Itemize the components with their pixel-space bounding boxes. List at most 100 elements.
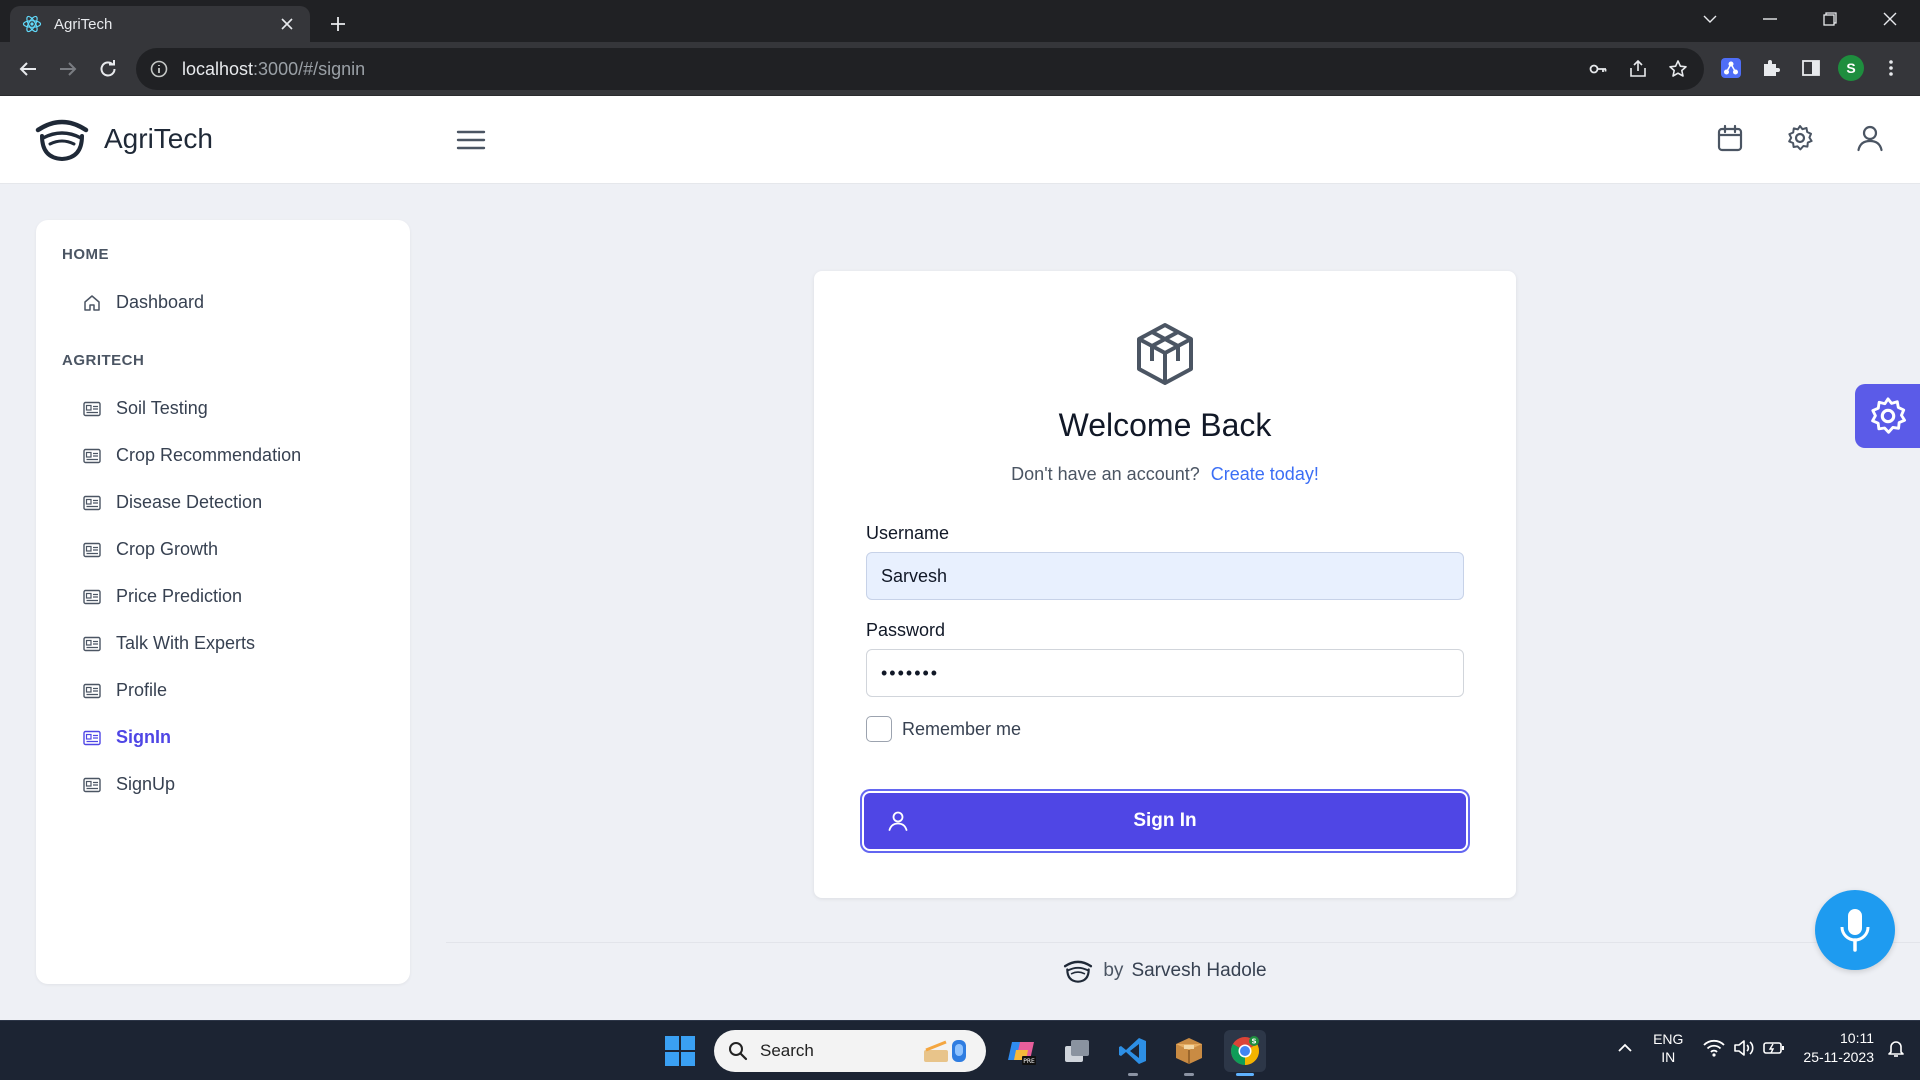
brand-logo[interactable]: AgriTech — [34, 116, 213, 162]
sidebar-item-disease-detection[interactable]: Disease Detection — [62, 479, 384, 526]
sidebar-item-crop-recommendation[interactable]: Crop Recommendation — [62, 432, 384, 479]
new-tab-icon[interactable] — [324, 10, 352, 38]
back-icon[interactable] — [14, 55, 42, 83]
remember-me-label: Remember me — [902, 718, 1022, 739]
taskbar-search[interactable]: Search — [714, 1030, 986, 1072]
username-input[interactable] — [866, 552, 1464, 600]
os-taskbar: Search PRE S ENG IN 10:11 25-11-2023 — [0, 1020, 1920, 1080]
sign-in-button[interactable]: Sign In — [864, 793, 1466, 849]
forward-icon[interactable] — [54, 55, 82, 83]
settings-gear-icon[interactable] — [1784, 122, 1816, 154]
footer: by Sarvesh Hadole — [0, 958, 1920, 984]
bookmark-star-icon[interactable] — [1666, 57, 1690, 81]
package-icon — [1174, 1036, 1204, 1066]
sidebar-item-profile[interactable]: Profile — [62, 667, 384, 714]
vscode-icon — [1118, 1036, 1148, 1066]
create-account-link[interactable]: Create today! — [1211, 464, 1319, 484]
id-card-icon — [82, 728, 102, 748]
calendar-icon[interactable] — [1714, 122, 1746, 154]
tab-search-icon[interactable] — [1680, 0, 1740, 38]
extensions-puzzle-icon[interactable] — [1758, 55, 1784, 81]
more-menu-icon[interactable] — [1878, 55, 1904, 81]
tab-title: AgriTech — [54, 15, 113, 33]
sidebar-item-signin[interactable]: SignIn — [62, 714, 384, 761]
sidebar-section-home: HOME — [62, 246, 109, 263]
running-indicator — [1128, 1073, 1138, 1076]
sidebar-item-soil-testing[interactable]: Soil Testing — [62, 385, 384, 432]
remember-me-checkbox[interactable] — [866, 716, 892, 742]
footer-author: Sarvesh Hadole — [1131, 960, 1267, 981]
home-icon — [82, 293, 102, 313]
wifi-icon[interactable] — [1703, 1037, 1726, 1059]
welcome-title: Welcome Back — [1058, 407, 1272, 443]
minimize-icon[interactable] — [1740, 0, 1800, 38]
cube-logo-icon — [1132, 321, 1198, 387]
browser-tab[interactable]: AgriTech — [10, 6, 310, 42]
sidebar-item-label: Profile — [116, 680, 168, 700]
notification-bell-icon[interactable] — [1886, 1038, 1906, 1058]
close-window-icon[interactable] — [1860, 0, 1920, 38]
url-text: localhost:3000/#/signin — [182, 58, 366, 79]
footer-by: by — [1103, 960, 1124, 981]
taskbar-task-view[interactable] — [1056, 1030, 1098, 1072]
id-card-icon — [82, 775, 102, 795]
settings-gear-icon — [1868, 396, 1908, 436]
volume-icon[interactable] — [1733, 1037, 1755, 1059]
taskbar-chrome[interactable]: S — [1224, 1030, 1266, 1076]
extension-app-icon[interactable] — [1718, 55, 1744, 81]
sidebar-item-dashboard[interactable]: Dashboard — [62, 279, 384, 326]
hamburger-menu-icon[interactable] — [456, 126, 486, 154]
sign-in-label: Sign In — [1133, 810, 1197, 831]
footer-logo-icon — [1063, 958, 1093, 984]
sidebar-item-signup[interactable]: SignUp — [62, 761, 384, 808]
theme-settings-button[interactable] — [1855, 384, 1920, 448]
system-tray: ENG IN 10:11 25-11-2023 — [1615, 1029, 1906, 1067]
id-card-icon — [82, 587, 102, 607]
chevron-up-icon[interactable] — [1615, 1038, 1635, 1058]
sidebar-section-agritech: AGRITECH — [62, 352, 145, 369]
search-icon — [728, 1041, 748, 1061]
battery-icon[interactable] — [1763, 1037, 1785, 1059]
share-icon[interactable] — [1626, 57, 1650, 81]
voice-assistant-button[interactable] — [1815, 890, 1895, 970]
address-bar[interactable]: localhost:3000/#/signin — [136, 48, 1704, 90]
remember-me[interactable]: Remember me — [866, 716, 1021, 742]
restore-icon[interactable] — [1800, 0, 1860, 38]
user-account-icon[interactable] — [1854, 122, 1886, 154]
clock-time: 10:11 — [1840, 1030, 1874, 1046]
copilot-icon: PRE — [1006, 1036, 1036, 1066]
running-indicator — [1184, 1073, 1194, 1076]
password-input[interactable] — [866, 649, 1464, 697]
profile-avatar[interactable]: S — [1838, 55, 1864, 81]
app-header: AgriTech — [0, 96, 1920, 184]
id-card-icon — [82, 634, 102, 654]
browser-tab-bar: AgriTech — [0, 0, 1920, 42]
input-language[interactable]: ENG IN — [1653, 1030, 1683, 1066]
sidebar-item-price-prediction[interactable]: Price Prediction — [62, 573, 384, 620]
sidebar-item-label: Crop Growth — [116, 539, 219, 559]
taskbar-vscode[interactable] — [1112, 1030, 1154, 1076]
windows-start-icon[interactable] — [664, 1035, 696, 1067]
sidebar-item-label: SignIn — [116, 727, 171, 747]
taskbar-clock[interactable]: 10:11 25-11-2023 — [1803, 1029, 1874, 1067]
reload-icon[interactable] — [94, 55, 122, 83]
sidebar-item-crop-growth[interactable]: Crop Growth — [62, 526, 384, 573]
chrome-icon: S — [1229, 1035, 1261, 1067]
id-card-icon — [82, 493, 102, 513]
window-controls — [1680, 0, 1920, 42]
taskbar-copilot[interactable]: PRE — [1000, 1030, 1042, 1072]
close-icon[interactable] — [276, 13, 298, 35]
sidebar-item-label: SignUp — [116, 774, 176, 794]
key-icon[interactable] — [1586, 57, 1610, 81]
sidebar-item-label: Disease Detection — [116, 492, 263, 512]
id-card-icon — [82, 540, 102, 560]
password-label: Password — [866, 620, 946, 640]
sidebar-item-label: Crop Recommendation — [116, 445, 302, 465]
info-icon[interactable] — [150, 60, 168, 78]
sidebar-item-label: Price Prediction — [116, 586, 243, 606]
taskbar-package-app[interactable] — [1168, 1030, 1210, 1076]
browser-toolbar: localhost:3000/#/signin S — [0, 42, 1920, 96]
sidebar-item-talk-with-experts[interactable]: Talk With Experts — [62, 620, 384, 667]
username-label: Username — [866, 523, 950, 543]
side-panel-icon[interactable] — [1798, 55, 1824, 81]
